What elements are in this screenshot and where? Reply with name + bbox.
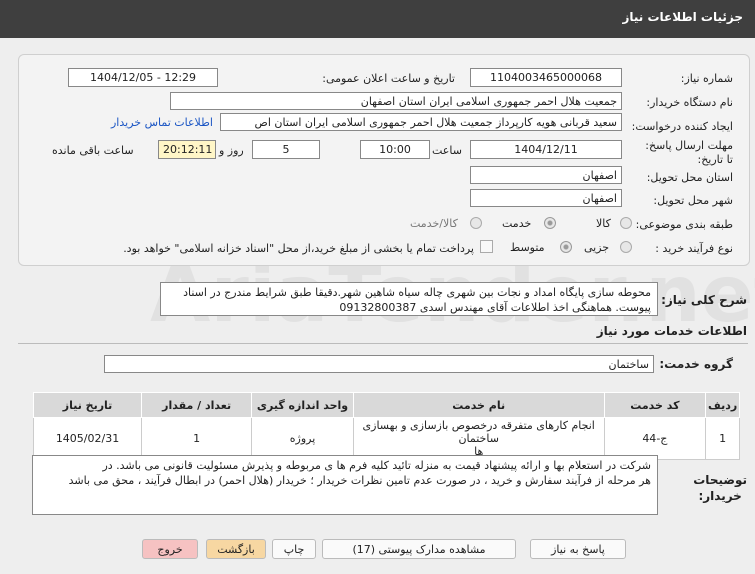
process-option-medium: متوسط	[510, 241, 545, 254]
process-radio-medium[interactable]	[560, 241, 572, 253]
buyer-notes-label-line1: توضیحات	[693, 473, 747, 487]
creator-label: ایجاد کننده درخواست:	[631, 120, 733, 133]
deadline-time-field: 10:00	[360, 140, 430, 159]
deadline-date-field: 1404/12/11	[470, 140, 622, 159]
remaining-time-label: ساعت باقی مانده	[52, 144, 134, 157]
buyer-contact-link[interactable]: اطلاعات تماس خریدار	[111, 116, 213, 129]
treasury-payment-checkbox[interactable]	[480, 240, 493, 253]
deadline-time-label: ساعت	[432, 144, 462, 157]
treasury-payment-note: پرداخت تمام یا بخشی از مبلغ خرید،از محل …	[123, 242, 474, 255]
service-group-label: گروه خدمت:	[659, 357, 733, 371]
col-unit: واحد اندازه گیری	[251, 392, 354, 418]
cell-quantity: 1	[141, 417, 253, 460]
service-name-line1: انجام کارهای متفرقه درخصوص بازسازی و بهس…	[362, 419, 595, 445]
buyer-notes-label-line2: خریدار:	[698, 489, 742, 503]
category-radio-goods-service[interactable]	[470, 217, 482, 229]
col-quantity: تعداد / مقدار	[141, 392, 253, 418]
col-service-name: نام خدمت	[352, 392, 605, 418]
category-radio-goods[interactable]	[620, 217, 632, 229]
col-service-code: کد خدمت	[603, 392, 707, 418]
days-label: روز و	[219, 144, 244, 157]
process-radio-minor[interactable]	[620, 241, 632, 253]
cell-unit: پروژه	[251, 417, 354, 460]
process-option-minor: جزیی	[584, 241, 610, 254]
reply-button[interactable]: پاسخ به نیاز	[530, 539, 626, 559]
announce-datetime-label: تاریخ و ساعت اعلان عمومی:	[322, 72, 455, 85]
exit-button[interactable]: خروج	[142, 539, 198, 559]
col-row: ردیف	[705, 392, 740, 418]
col-need-date: تاریخ نیاز	[32, 392, 143, 418]
province-label: استان محل تحویل:	[646, 171, 733, 184]
days-field: 5	[252, 140, 320, 159]
cell-service-code: ج-44	[603, 417, 707, 460]
process-type-label: نوع فرآیند خرید :	[655, 242, 733, 255]
category-option-service: خدمت	[502, 217, 532, 230]
deadline-label: مهلت ارسال پاسخ: تا تاریخ:	[645, 139, 733, 166]
buyer-name-field: جمعیت هلال احمر جمهوری اسلامی ایران استا…	[170, 92, 622, 110]
summary-text-line2: پیوست. هماهنگی اخذ اطلاعات آقای مهندس اس…	[339, 301, 651, 314]
cell-need-date: 1405/02/31	[32, 417, 143, 460]
buyer-notes-line2: هر مرحله از فرآیند سفارش و خرید ، در صور…	[68, 474, 651, 487]
buyer-notes-box: شرکت در استعلام بها و ارائه پیشنهاد قیمت…	[32, 455, 658, 515]
city-label: شهر محل تحویل:	[653, 194, 733, 207]
cell-row: 1	[705, 417, 740, 460]
service-group-field: ساختمان	[104, 355, 654, 373]
need-number-label: شماره نیاز:	[680, 72, 733, 85]
cell-service-name: انجام کارهای متفرقه درخصوص بازسازی و بهس…	[352, 417, 605, 460]
services-section-title: اطلاعات خدمات مورد نیاز	[596, 324, 747, 338]
creator-field: سعید قربانی هویه کارپرداز جمعیت هلال احم…	[220, 113, 622, 131]
print-button[interactable]: چاپ	[272, 539, 316, 559]
back-button[interactable]: بازگشت	[206, 539, 266, 559]
buyer-notes-line1: شرکت در استعلام بها و ارائه پیشنهاد قیمت…	[102, 459, 651, 472]
services-divider	[18, 343, 748, 344]
summary-label: شرح کلی نیاز:	[661, 293, 747, 307]
category-radio-service[interactable]	[544, 217, 556, 229]
buyer-notes-label: توضیحات خریدار:	[693, 472, 747, 504]
need-number-field: 1104003465000068	[470, 68, 622, 87]
view-attachments-button[interactable]: مشاهده مدارک پیوستی (17)	[322, 539, 516, 559]
remaining-time-field: 20:12:11	[158, 140, 216, 159]
province-field: اصفهان	[470, 166, 622, 184]
services-table-header: ردیف کد خدمت نام خدمت واحد اندازه گیری ت…	[32, 392, 740, 418]
summary-text-line1: محوطه سازی پایگاه امداد و نجات بین شهری …	[183, 286, 651, 299]
category-label: طبقه بندی موضوعی:	[635, 218, 733, 231]
services-table: ردیف کد خدمت نام خدمت واحد اندازه گیری ت…	[32, 392, 740, 460]
announce-datetime-field: 1404/12/05 - 12:29	[68, 68, 218, 87]
summary-text-box: محوطه سازی پایگاه امداد و نجات بین شهری …	[160, 282, 658, 316]
buyer-name-label: نام دستگاه خریدار:	[646, 96, 733, 109]
city-field: اصفهان	[470, 189, 622, 207]
category-option-goods: کالا	[596, 217, 611, 230]
table-row: 1 ج-44 انجام کارهای متفرقه درخصوص بازساز…	[32, 417, 740, 460]
category-option-goods-service: کالا/خدمت	[410, 217, 458, 230]
page-title: جزئیات اطلاعات نیاز	[622, 10, 743, 24]
